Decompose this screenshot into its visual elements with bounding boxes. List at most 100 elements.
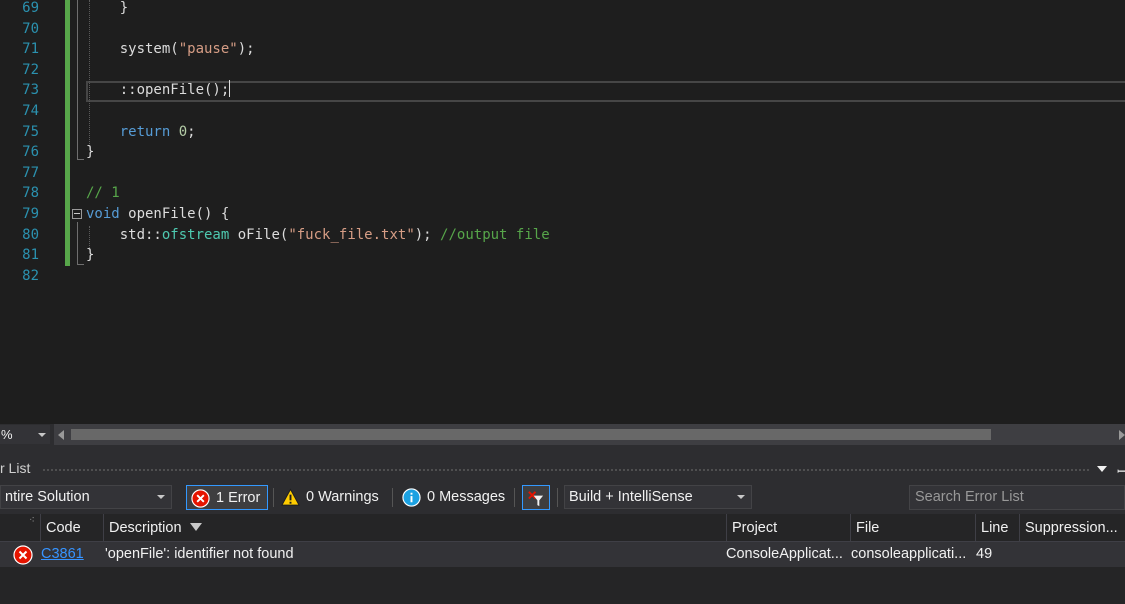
column-suppression[interactable]: Suppression...	[1019, 514, 1125, 542]
column-code[interactable]: Code	[40, 514, 103, 542]
code-text: std::ofstream oFile("fuck_file.txt"); //…	[86, 226, 550, 243]
code-line[interactable]: 72	[0, 59, 1125, 81]
collapse-icon[interactable]	[72, 209, 82, 219]
error-line: 49	[976, 546, 993, 562]
horizontal-scrollbar[interactable]	[54, 424, 1125, 445]
toolbar-divider	[392, 488, 393, 507]
info-icon	[402, 488, 421, 507]
code-line[interactable]: 75 return 0;	[0, 121, 1125, 143]
error-code-link[interactable]: C3861	[41, 542, 84, 567]
code-line[interactable]: 82	[0, 266, 1125, 287]
error-description: 'openFile': identifier not found	[105, 546, 294, 562]
messages-filter-button[interactable]: 0 Messages	[398, 485, 510, 510]
code-text: void openFile() {	[86, 206, 230, 222]
pin-icon[interactable]: ꟷ	[1117, 462, 1125, 480]
editor-status-bar: %	[0, 424, 1125, 445]
build-filter-dropdown[interactable]: Build + IntelliSense	[564, 485, 752, 509]
change-marker	[65, 142, 70, 164]
sort-descending-icon	[189, 523, 202, 531]
line-number: 81	[22, 247, 39, 264]
code-text: }	[86, 0, 129, 16]
column-file[interactable]: File	[850, 514, 975, 542]
error-file: consoleapplicati...	[851, 546, 967, 562]
scroll-right-icon[interactable]	[1119, 430, 1125, 440]
panel-splitter[interactable]	[0, 445, 1125, 457]
zoom-level: %	[1, 427, 13, 442]
scope-dropdown[interactable]: ntire Solution	[0, 485, 172, 509]
zoom-dropdown[interactable]: %	[0, 425, 50, 444]
code-line[interactable]: 76}	[0, 142, 1125, 164]
code-text: }	[86, 247, 95, 264]
change-marker	[65, 224, 70, 246]
code-text: return 0;	[119, 123, 196, 140]
scrollbar-thumb[interactable]	[71, 429, 991, 440]
scroll-left-icon[interactable]	[58, 430, 64, 440]
build-filter-value: Build + IntelliSense	[569, 489, 693, 505]
column-description-label: Description	[109, 520, 182, 536]
column-description[interactable]: Description	[103, 514, 726, 542]
error-project: ConsoleApplicat...	[726, 546, 843, 562]
change-marker	[65, 101, 70, 122]
messages-count-label: 0 Messages	[427, 489, 506, 505]
change-marker	[65, 162, 70, 184]
column-project-label: Project	[732, 520, 778, 536]
errors-count-label: 1 Error	[216, 490, 261, 506]
errors-filter-button[interactable]: 1 Error	[186, 485, 268, 510]
column-project[interactable]: Project	[726, 514, 850, 542]
change-marker	[65, 183, 70, 205]
code-line[interactable]: 79 void openFile() {	[0, 204, 1125, 225]
chevron-down-icon	[38, 433, 46, 437]
search-placeholder: Search Error List	[915, 489, 1024, 505]
warning-icon	[281, 488, 300, 506]
filter-button[interactable]	[522, 485, 550, 510]
code-line[interactable]: 80 std::ofstream oFile("fuck_file.txt");…	[0, 224, 1125, 246]
column-code-label: Code	[46, 520, 81, 536]
column-file-label: File	[856, 520, 880, 536]
warnings-filter-button[interactable]: 0 Warnings	[277, 485, 387, 510]
line-number: 80	[22, 226, 39, 243]
column-line[interactable]: Line	[975, 514, 1019, 542]
change-marker	[65, 204, 70, 225]
panel-title: r List	[0, 460, 31, 476]
error-list-header: ⁖ Code Description Project File Line Sup…	[0, 514, 1125, 542]
error-icon	[191, 489, 210, 508]
warnings-count-label: 0 Warnings	[306, 489, 379, 505]
chevron-down-icon	[737, 495, 745, 499]
line-number: 78	[22, 185, 39, 202]
column-line-label: Line	[981, 520, 1009, 536]
change-marker	[65, 121, 70, 143]
chevron-down-icon	[157, 495, 165, 499]
code-line[interactable]: 73 ::openFile();	[0, 80, 1125, 102]
code-line[interactable]: 74	[0, 101, 1125, 122]
table-row[interactable]: C3861 'openFile': identifier not found C…	[0, 542, 1125, 567]
line-number: 79	[22, 206, 39, 222]
line-number: 76	[22, 144, 39, 161]
code-line[interactable]: 69 }	[0, 0, 1125, 19]
toolbar-divider	[514, 488, 515, 507]
search-error-list-input[interactable]: Search Error List	[909, 485, 1125, 510]
line-number: 75	[22, 123, 39, 140]
text-caret	[229, 80, 231, 98]
code-text: }	[86, 144, 95, 161]
code-text: ::openFile();	[86, 80, 231, 99]
change-marker	[65, 18, 70, 40]
change-marker	[65, 39, 70, 61]
code-line[interactable]: 71 system("pause");	[0, 39, 1125, 61]
line-number: 70	[22, 20, 39, 37]
code-line[interactable]: 81}	[0, 245, 1125, 267]
code-line[interactable]: 70	[0, 18, 1125, 40]
code-editor[interactable]: 69 } 7071 system("pause"); 7273 ::openFile…	[0, 0, 1125, 424]
toolbar-divider	[557, 488, 558, 507]
change-marker	[65, 59, 70, 81]
code-text: system("pause");	[86, 41, 255, 58]
code-line[interactable]: 78 // 1	[0, 183, 1125, 205]
line-number: 77	[22, 164, 39, 181]
window-menu-icon[interactable]	[1097, 466, 1107, 472]
drag-grip[interactable]	[42, 468, 1089, 472]
line-number: 72	[22, 61, 39, 78]
column-icon[interactable]: ⁖	[0, 514, 40, 542]
code-text: // 1	[86, 185, 120, 202]
line-number: 73	[22, 82, 39, 99]
scope-value: ntire Solution	[5, 489, 90, 505]
code-line[interactable]: 77	[0, 162, 1125, 184]
